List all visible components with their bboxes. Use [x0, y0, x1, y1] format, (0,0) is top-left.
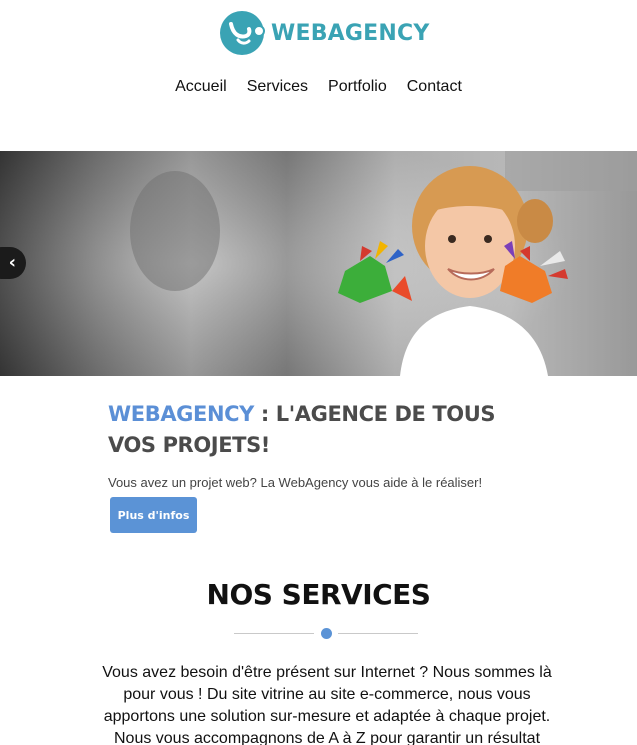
main-nav: Accueil Services Portfolio Contact: [0, 77, 637, 97]
chevron-left-icon: ‹: [8, 252, 16, 273]
divider-line-left: [234, 633, 314, 634]
logo-text: WEBAGENCY: [271, 20, 430, 46]
nav-item-services[interactable]: Services: [247, 77, 308, 97]
divider-line-right: [338, 633, 418, 634]
nav-item-portfolio[interactable]: Portfolio: [328, 77, 387, 97]
logo-mark-icon: [220, 11, 265, 55]
more-info-button[interactable]: Plus d'infos: [110, 497, 197, 533]
nav-item-contact[interactable]: Contact: [407, 77, 462, 97]
intro-brand: WEBAGENCY: [108, 402, 254, 426]
intro-heading: WEBAGENCY : L'AGENCE DE TOUS VOS PROJETS…: [108, 399, 528, 461]
logo[interactable]: WEBAGENCY: [219, 10, 429, 56]
section-divider: [234, 628, 418, 640]
site-header: WEBAGENCY Accueil Services Portfolio Con…: [0, 0, 637, 150]
intro-section: WEBAGENCY : L'AGENCE DE TOUS VOS PROJETS…: [108, 399, 528, 490]
intro-subtitle: Vous avez un projet web? La WebAgency vo…: [108, 475, 483, 490]
services-title: NOS SERVICES: [206, 578, 431, 611]
nav-item-accueil[interactable]: Accueil: [175, 77, 227, 97]
hero-slider: ‹: [0, 151, 637, 376]
divider-dot: [321, 628, 332, 639]
services-description: Vous avez besoin d'être présent sur Inte…: [102, 664, 552, 745]
hero-image: [0, 151, 637, 376]
